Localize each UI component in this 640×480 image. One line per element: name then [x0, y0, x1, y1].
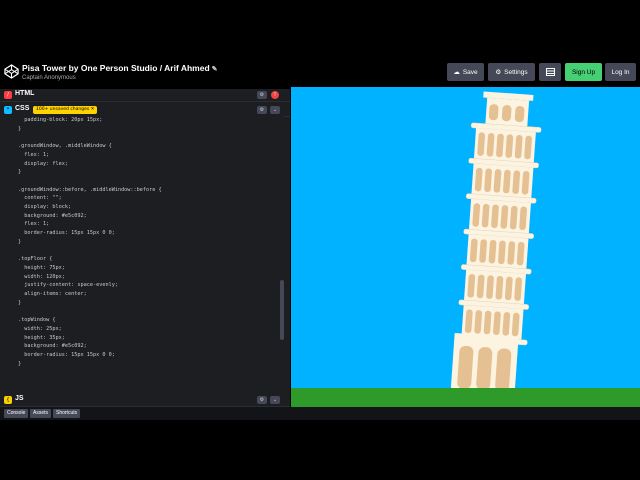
- change-view-button[interactable]: [539, 63, 561, 81]
- code-line-text: width: 25px;: [18, 325, 62, 332]
- code-line-text: height: 75px;: [18, 264, 65, 271]
- codepen-logo-icon[interactable]: [4, 64, 19, 79]
- code-line-text: }: [18, 299, 22, 306]
- html-settings-icon[interactable]: ⚙: [257, 91, 267, 99]
- assets-button[interactable]: Assets: [30, 409, 52, 418]
- code-line-text: }: [18, 238, 22, 245]
- js-pane-header[interactable]: { JS ⚙ ⌄: [0, 394, 290, 407]
- code-line-text: align-items: center;: [18, 291, 87, 297]
- html-badge-icon: /: [4, 91, 12, 99]
- console-button[interactable]: Console: [4, 409, 29, 418]
- bottom-bar: Console Assets Shortcuts: [0, 407, 640, 420]
- html-pane-label: HTML: [15, 90, 35, 97]
- js-settings-icon[interactable]: ⚙: [257, 396, 267, 404]
- css-settings-icon[interactable]: ⚙: [257, 106, 267, 114]
- css-pane-label: CSS: [15, 105, 30, 112]
- code-line-text: }: [18, 360, 22, 367]
- pen-author[interactable]: Captain Anonymous: [22, 75, 76, 81]
- edit-pencil-icon[interactable]: ✎: [212, 66, 218, 73]
- layout-icon: [545, 68, 555, 76]
- code-line-text: background: #e5c092;: [18, 212, 87, 219]
- gear-icon: ⚙: [495, 69, 502, 76]
- save-button[interactable]: ☁ Save: [447, 63, 484, 81]
- code-scrollbar[interactable]: [280, 280, 284, 340]
- app-header: Pisa Tower by One Person Studio / Arif A…: [0, 59, 640, 89]
- pen-title[interactable]: Pisa Tower by One Person Studio / Arif A…: [22, 63, 218, 73]
- code-line-text: .groundWindow::before, .middleWindow::be…: [18, 186, 162, 193]
- code-line-text: }: [18, 125, 22, 132]
- code-line-text: width: 120px;: [18, 273, 65, 280]
- code-line-text: height: 35px;: [18, 334, 65, 341]
- html-pane-header[interactable]: / HTML ⚙ !: [0, 89, 290, 102]
- code-line-text: .topWindow {: [18, 317, 56, 324]
- code-line-text: content: "";: [18, 195, 62, 202]
- code-line-text: display: flex;: [18, 160, 68, 167]
- code-line-text: background: #e5c092;: [18, 343, 87, 350]
- unsaved-changes-badge[interactable]: 100+ unsaved changes ✕: [33, 106, 98, 114]
- code-line-text: padding-block: 20px 15px;: [18, 117, 103, 123]
- result-preview[interactable]: [291, 87, 640, 407]
- code-line-text: display: block;: [18, 204, 72, 210]
- pen-title-text: Pisa Tower by One Person Studio / Arif A…: [22, 63, 210, 73]
- html-error-icon[interactable]: !: [271, 91, 279, 99]
- settings-button[interactable]: ⚙ Settings: [488, 63, 535, 81]
- css-code-editor[interactable]: padding-block: 20px 15px;} .groundWindow,…: [0, 116, 284, 393]
- css-badge-icon: *: [4, 106, 12, 114]
- pisa-tower-drawing: [450, 91, 542, 393]
- code-line-text: .topFloor {: [18, 256, 53, 263]
- login-button[interactable]: Log In: [605, 63, 636, 81]
- js-badge-icon: {: [4, 396, 12, 404]
- code-line-text: flex: 1;: [18, 221, 50, 228]
- css-collapse-chevron-icon[interactable]: ⌄: [270, 106, 280, 114]
- code-line-text: flex: 1;: [18, 151, 50, 158]
- shortcuts-button[interactable]: Shortcuts: [53, 409, 81, 418]
- code-line-text: }: [18, 169, 22, 176]
- code-line-text: border-radius: 15px 15px 0 0;: [18, 230, 115, 237]
- code-line-text: border-radius: 15px 15px 0 0;: [18, 351, 115, 358]
- code-line-text: .groundWindow, .middleWindow {: [18, 143, 112, 150]
- ground-strip: [291, 388, 640, 407]
- js-pane-label: JS: [15, 395, 24, 402]
- code-line-text: justify-content: space-evenly;: [18, 282, 118, 289]
- js-collapse-chevron-icon[interactable]: ⌄: [270, 396, 280, 404]
- cloud-icon: ☁: [453, 69, 460, 76]
- signup-button[interactable]: Sign Up: [565, 63, 602, 81]
